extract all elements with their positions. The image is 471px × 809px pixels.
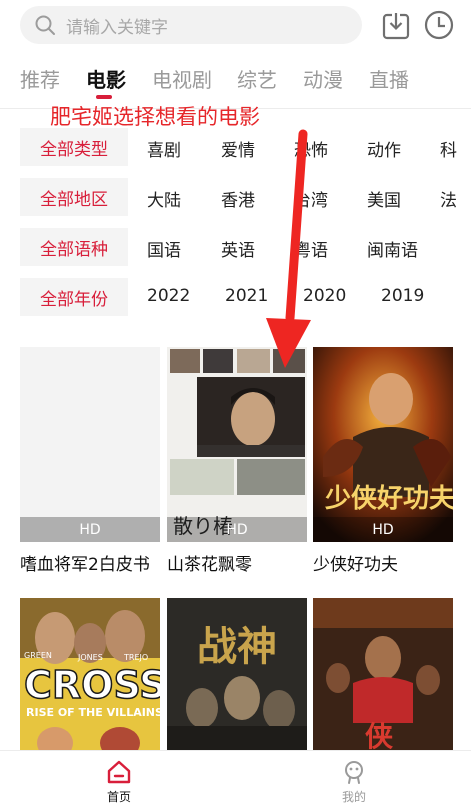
- filter-option[interactable]: 大陆: [147, 186, 181, 211]
- filter-all-years[interactable]: 全部年份: [20, 278, 128, 316]
- search-bar[interactable]: 请输入关键字: [20, 6, 362, 44]
- filter-option[interactable]: 2021: [225, 286, 268, 306]
- movie-card[interactable]: 少侠好功夫 HD 少侠好功夫: [313, 347, 453, 577]
- filter-option[interactable]: 2019: [381, 286, 424, 306]
- filter-row-genre: 全部类型 喜剧 爱情 恐怖 动作 科: [0, 128, 471, 166]
- filter-option[interactable]: 英语: [221, 236, 255, 261]
- movie-poster: 少侠好功夫: [313, 347, 453, 542]
- tab-variety[interactable]: 综艺: [237, 64, 277, 93]
- poster-title-text: CROSS: [24, 663, 160, 707]
- filter-option[interactable]: 法: [440, 186, 457, 211]
- filter-row-language: 全部语种 国语 英语 粤语 闽南语: [0, 228, 471, 266]
- poster-title-text: 少侠好功夫: [324, 483, 453, 514]
- nav-profile-label: 我的: [341, 790, 366, 804]
- movie-title: 嗜血将军2白皮书: [20, 555, 150, 575]
- filter-option[interactable]: 台湾: [294, 186, 328, 211]
- filter-option[interactable]: 香港: [221, 186, 255, 211]
- movie-card[interactable]: 侠: [313, 598, 453, 750]
- tab-movies[interactable]: 电影: [86, 64, 126, 93]
- nav-profile[interactable]: 我的: [314, 759, 394, 805]
- annotation-text: 肥宅姬选择想看的电影: [50, 105, 260, 129]
- movie-card[interactable]: HD 嗜血将军2白皮书: [20, 347, 160, 577]
- filter-option[interactable]: 科: [440, 136, 457, 161]
- movie-poster-placeholder: [20, 347, 160, 542]
- movie-card[interactable]: GREEN JONES TREJO CROSS RISE OF THE VILL…: [20, 598, 160, 750]
- hd-badge: HD: [313, 517, 453, 542]
- movie-title: 少侠好功夫: [313, 555, 398, 575]
- category-tabs: 推荐 电影 电视剧 综艺 动漫 直播: [0, 60, 471, 100]
- movie-poster: 侠: [313, 598, 453, 750]
- tab-recommend[interactable]: 推荐: [20, 64, 60, 93]
- filter-all-regions[interactable]: 全部地区: [20, 178, 128, 216]
- filter-row-region: 全部地区 大陆 香港 台湾 美国 法: [0, 178, 471, 216]
- hd-badge: HD: [167, 517, 307, 542]
- home-icon: [107, 760, 131, 784]
- filter-option[interactable]: 国语: [147, 236, 181, 261]
- poster-cast-name: JONES: [77, 653, 103, 662]
- search-icon: [35, 15, 55, 35]
- history-clock-icon[interactable]: [422, 8, 456, 42]
- search-placeholder: 请输入关键字: [66, 17, 168, 38]
- profile-icon: [345, 761, 363, 784]
- movie-card[interactable]: 散り椿 HD 山茶花飘零: [167, 347, 307, 577]
- movie-title: 山茶花飘零: [167, 555, 252, 575]
- filter-option[interactable]: 2020: [303, 286, 346, 306]
- bottom-nav: 首页 我的: [0, 750, 471, 809]
- filter-option[interactable]: 闽南语: [367, 236, 418, 261]
- active-tab-indicator: [96, 95, 112, 99]
- tab-anime[interactable]: 动漫: [303, 64, 343, 93]
- poster-subtitle-text: RISE OF THE VILLAINS: [26, 706, 160, 719]
- movie-poster: GREEN JONES TREJO CROSS RISE OF THE VILL…: [20, 598, 160, 750]
- filter-option[interactable]: 粤语: [294, 236, 328, 261]
- tab-live[interactable]: 直播: [369, 64, 409, 93]
- filter-option[interactable]: 美国: [367, 186, 401, 211]
- nav-home-label: 首页: [106, 790, 131, 804]
- filter-option[interactable]: 动作: [367, 136, 401, 161]
- download-icon[interactable]: [379, 8, 413, 42]
- filter-option[interactable]: 2022: [147, 286, 190, 306]
- filter-option[interactable]: 喜剧: [147, 136, 181, 161]
- hd-badge: HD: [20, 517, 160, 542]
- filter-option[interactable]: 爱情: [221, 136, 255, 161]
- movie-poster: 散り椿: [167, 347, 307, 542]
- movie-card[interactable]: 战神: [167, 598, 307, 750]
- filter-all-languages[interactable]: 全部语种: [20, 228, 128, 266]
- poster-cast-name: GREEN: [24, 651, 52, 660]
- poster-cast-name: TREJO: [123, 653, 148, 662]
- tab-tv-series[interactable]: 电视剧: [152, 64, 212, 93]
- poster-title-text: 侠: [365, 720, 394, 750]
- movie-poster: 战神: [167, 598, 307, 750]
- filter-row-year: 全部年份 2022 2021 2020 2019: [0, 278, 471, 316]
- filter-option[interactable]: 恐怖: [294, 136, 328, 161]
- nav-home[interactable]: 首页: [79, 759, 159, 805]
- filter-all-genres[interactable]: 全部类型: [20, 128, 128, 166]
- poster-title-text: 战神: [197, 623, 277, 670]
